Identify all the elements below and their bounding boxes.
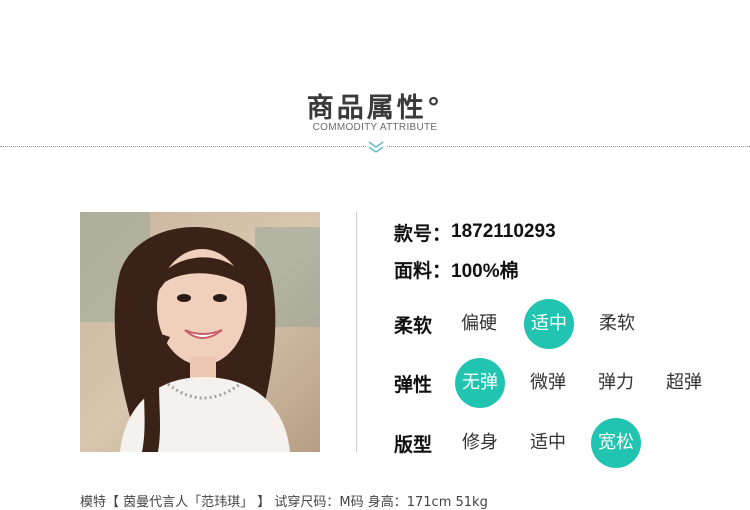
elasticity-option-none: 无弹 bbox=[455, 358, 505, 408]
style-number-value: 1872110293 bbox=[451, 221, 556, 242]
vertical-divider bbox=[356, 212, 357, 452]
material-value: 100%棉 bbox=[451, 260, 519, 282]
section-title: 商品属性° bbox=[306, 93, 444, 124]
style-number-label: 款号： bbox=[394, 222, 452, 245]
fit-option-slim: 修身 bbox=[462, 432, 498, 453]
chevron-down-icon bbox=[366, 140, 386, 154]
fit-attribute: 版型 修身 适中 宽松 bbox=[394, 418, 750, 468]
model-info: 模特【 茵曼代言人「范玮琪」 】 试穿尺码：M码 身高：171cm 51kg bbox=[80, 495, 488, 510]
softness-attribute: 柔软 偏硬 适中 柔软 bbox=[394, 299, 750, 349]
elasticity-attribute: 弹性 无弹 微弹 弹力 超弹 bbox=[394, 358, 750, 408]
style-number-row: 款号： 1872110293 bbox=[394, 214, 556, 250]
softness-option-soft: 柔软 bbox=[599, 313, 635, 334]
elasticity-option-stretch: 弹力 bbox=[598, 372, 634, 393]
attribute-label: 柔软 bbox=[394, 315, 433, 337]
fit-option-loose: 宽松 bbox=[591, 418, 641, 468]
softness-option-hard: 偏硬 bbox=[461, 313, 497, 334]
section-subtitle: COMMODITY ATTRIBUTE bbox=[312, 122, 438, 133]
model-photo bbox=[80, 212, 320, 452]
elasticity-option-super: 超弹 bbox=[666, 372, 702, 393]
elasticity-option-slight: 微弹 bbox=[530, 372, 566, 393]
attribute-label: 版型 bbox=[394, 434, 433, 456]
material-row: 面料： 100%棉 bbox=[394, 251, 519, 287]
fit-option-regular: 适中 bbox=[530, 432, 566, 453]
attribute-label: 弹性 bbox=[394, 374, 433, 396]
material-label: 面料： bbox=[394, 259, 452, 282]
softness-option-medium: 适中 bbox=[524, 299, 574, 349]
